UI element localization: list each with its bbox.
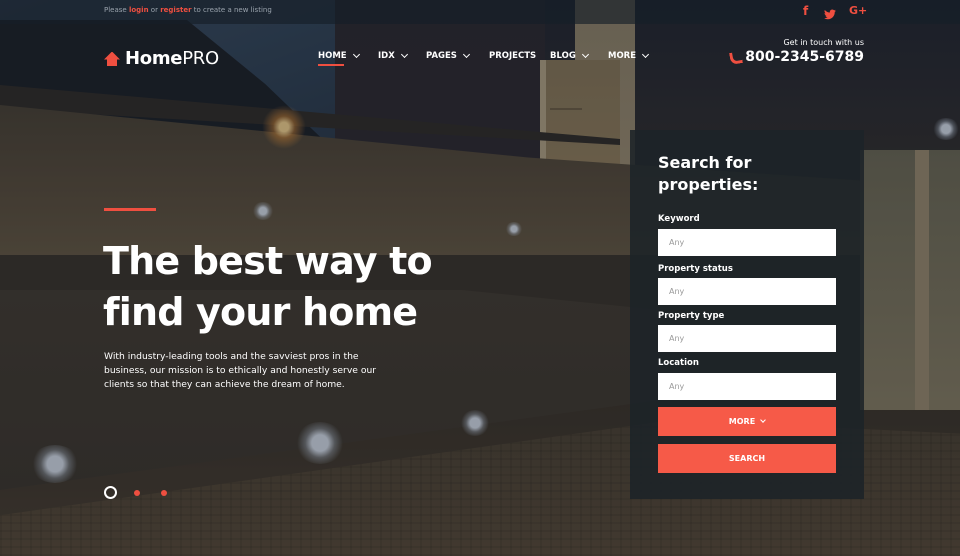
contact-label: Get in touch with us [783, 38, 864, 47]
nav-item-projects[interactable]: PROJECTS [489, 51, 536, 61]
location-select[interactable] [658, 373, 836, 400]
property-type-label: Property type [658, 311, 725, 321]
search-button[interactable]: SEARCH [658, 444, 836, 473]
more-options-label: MORE [728, 417, 756, 426]
search-panel-title: Search for properties: [658, 153, 759, 194]
property-search-panel: Search for properties: Keyword Property … [630, 130, 864, 499]
nav-item-pages[interactable]: PAGES [426, 50, 470, 61]
chevron-down-icon [352, 50, 360, 59]
hero-title-line-1: The best way to [103, 239, 433, 283]
contact-info: Get in touch with us 800-2345-6789 [729, 38, 864, 65]
nav-item-label: BLOG [550, 51, 576, 61]
nav-item-more[interactable]: MORE [608, 50, 650, 61]
nav-item-label: PROJECTS [489, 51, 537, 61]
twitter-icon[interactable] [824, 5, 836, 20]
login-prompt-suffix: to create a new listing [193, 6, 272, 14]
slide-dot-3[interactable] [161, 489, 167, 496]
slide-dot-2[interactable] [134, 489, 140, 496]
chevron-down-icon [760, 417, 767, 423]
search-button-label: SEARCH [728, 454, 766, 463]
chevron-down-icon [462, 50, 470, 59]
phone-icon [729, 51, 741, 63]
property-status-label: Property status [658, 264, 733, 274]
house-icon [104, 52, 120, 66]
chevron-down-icon [581, 50, 589, 59]
hero-title: The best way to find your home [103, 236, 463, 338]
nav-item-label: MORE [608, 51, 637, 61]
phone-link[interactable]: 800-2345-6789 [729, 49, 864, 65]
google-plus-icon[interactable]: G+ [849, 4, 867, 17]
hero-title-line-2: find your home [103, 290, 418, 334]
nav-item-blog[interactable]: BLOG [550, 50, 589, 61]
logo[interactable]: HomePRO [104, 48, 219, 69]
facebook-icon[interactable]: f [803, 4, 808, 18]
nav-item-label: PAGES [426, 51, 457, 61]
chevron-down-icon [400, 50, 408, 59]
hero-accent-line [104, 208, 156, 211]
login-prompt: Please login or register to create a new… [104, 6, 272, 14]
logo-text: HomePRO [125, 48, 219, 69]
nav-item-home[interactable]: HOME [318, 50, 360, 66]
login-prompt-or: or [150, 6, 158, 14]
login-prompt-prefix: Please [104, 6, 127, 14]
active-nav-indicator [318, 64, 344, 66]
top-bar: Please login or register to create a new… [0, 0, 960, 24]
property-status-select[interactable] [658, 278, 836, 305]
more-options-button[interactable]: MORE [658, 407, 836, 436]
chevron-down-icon [642, 50, 650, 59]
location-label: Location [658, 358, 699, 368]
nav-item-label: HOME [318, 51, 347, 61]
keyword-input[interactable] [658, 229, 836, 256]
nav-item-idx[interactable]: IDX [378, 50, 408, 61]
phone-number: 800-2345-6789 [745, 49, 864, 65]
hero-description: With industry-leading tools and the savv… [104, 351, 377, 390]
register-link[interactable]: register [160, 6, 191, 14]
nav-item-label: IDX [378, 51, 395, 61]
keyword-label: Keyword [658, 214, 700, 224]
property-type-select[interactable] [658, 325, 836, 352]
slide-dot-1[interactable] [104, 486, 117, 499]
login-link[interactable]: login [129, 6, 149, 14]
